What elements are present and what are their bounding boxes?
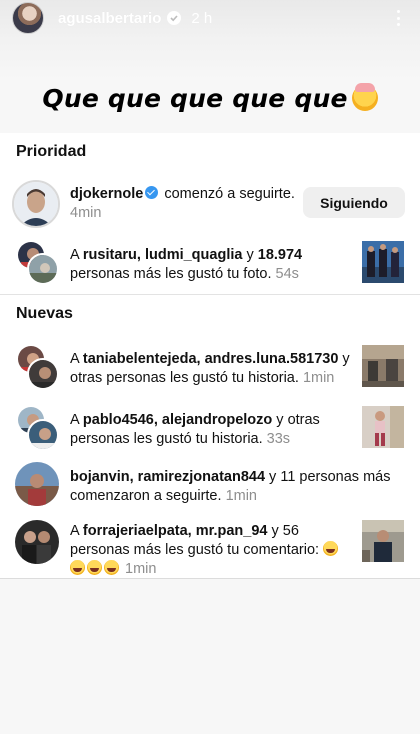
notification-text: A pablo4546, alejandropelozo y otras per… — [70, 412, 320, 447]
notification-text: A rusitaru, ludmi_quaglia y 18.974 perso… — [70, 247, 303, 282]
notification-follow-group[interactable]: bojanvin, ramirezjonatan844 y 11 persona… — [0, 460, 420, 510]
username-link[interactable]: taniabelentejeda, andres.luna.581730 — [83, 351, 338, 367]
post-thumbnail[interactable] — [362, 241, 404, 283]
story-thumbnail[interactable] — [362, 406, 404, 448]
avatar[interactable] — [15, 462, 59, 506]
username-link[interactable]: forrajeriaelpata, mr.pan_94 — [83, 523, 268, 539]
laughing-emoji-icon — [323, 541, 339, 556]
avatar[interactable] — [27, 358, 59, 390]
username-link[interactable]: bojanvin, ramirezjonatan844 — [70, 469, 265, 485]
exploding-head-emoji-icon — [351, 83, 378, 111]
story-thumbnail[interactable] — [362, 345, 404, 387]
timestamp: 33s — [266, 431, 291, 447]
verified-icon — [167, 11, 182, 25]
avatar[interactable] — [27, 419, 59, 451]
notification-text: A forrajeriaelpata, mr.pan_94 y 56 perso… — [70, 522, 355, 579]
avatar[interactable] — [15, 520, 59, 564]
notification-like-story[interactable]: A taniabelentejeda, andres.luna.581730 y… — [0, 340, 420, 396]
activity-panel: Prioridad djokernole comenzó a seguirte.… — [0, 133, 420, 579]
story-username[interactable]: agusalbertario — [58, 10, 161, 27]
timestamp: 54s — [275, 266, 299, 282]
story-avatar[interactable] — [12, 2, 44, 34]
username-link[interactable]: pablo4546, alejandropelozo — [83, 412, 272, 428]
story-header: agusalbertario 2 h — [0, 0, 420, 36]
timestamp: 1min — [125, 561, 157, 577]
section-title-priority: Prioridad — [16, 143, 87, 160]
notification-text: djokernole comenzó a seguirte. 4min — [70, 186, 295, 221]
laughing-emoji-icon — [104, 560, 119, 575]
username-link[interactable]: rusitaru, ludmi_quaglia — [83, 247, 243, 263]
username-link[interactable]: djokernole — [70, 186, 143, 202]
timestamp: 4min — [70, 205, 102, 221]
timestamp: 1min — [225, 488, 257, 504]
laughing-emoji-icon — [87, 560, 102, 575]
post-thumbnail[interactable] — [362, 520, 404, 562]
notification-text: A taniabelentejeda, andres.luna.581730 y… — [70, 351, 350, 386]
notification-like-story[interactable]: A pablo4546, alejandropelozo y otras per… — [0, 401, 420, 457]
more-options-icon[interactable] — [388, 8, 408, 28]
story-time: 2 h — [191, 9, 213, 27]
section-title-new: Nuevas — [16, 305, 73, 322]
verified-icon — [145, 186, 159, 199]
story-caption: Que que que que que — [0, 83, 420, 113]
notification-like-photo[interactable]: A rusitaru, ludmi_quaglia y 18.974 perso… — [0, 235, 420, 289]
avatar[interactable] — [12, 180, 60, 228]
notification-text: bojanvin, ramirezjonatan844 y 11 persona… — [70, 469, 391, 504]
laughing-emoji-icon — [70, 560, 85, 575]
caption-text: Que que que que que — [42, 84, 348, 113]
following-button[interactable]: Siguiendo — [303, 187, 405, 218]
notification-like-comment[interactable]: A forrajeriaelpata, mr.pan_94 y 56 perso… — [0, 518, 420, 577]
timestamp: 1min — [302, 370, 335, 386]
avatar[interactable] — [27, 253, 59, 285]
section-divider — [0, 294, 420, 295]
